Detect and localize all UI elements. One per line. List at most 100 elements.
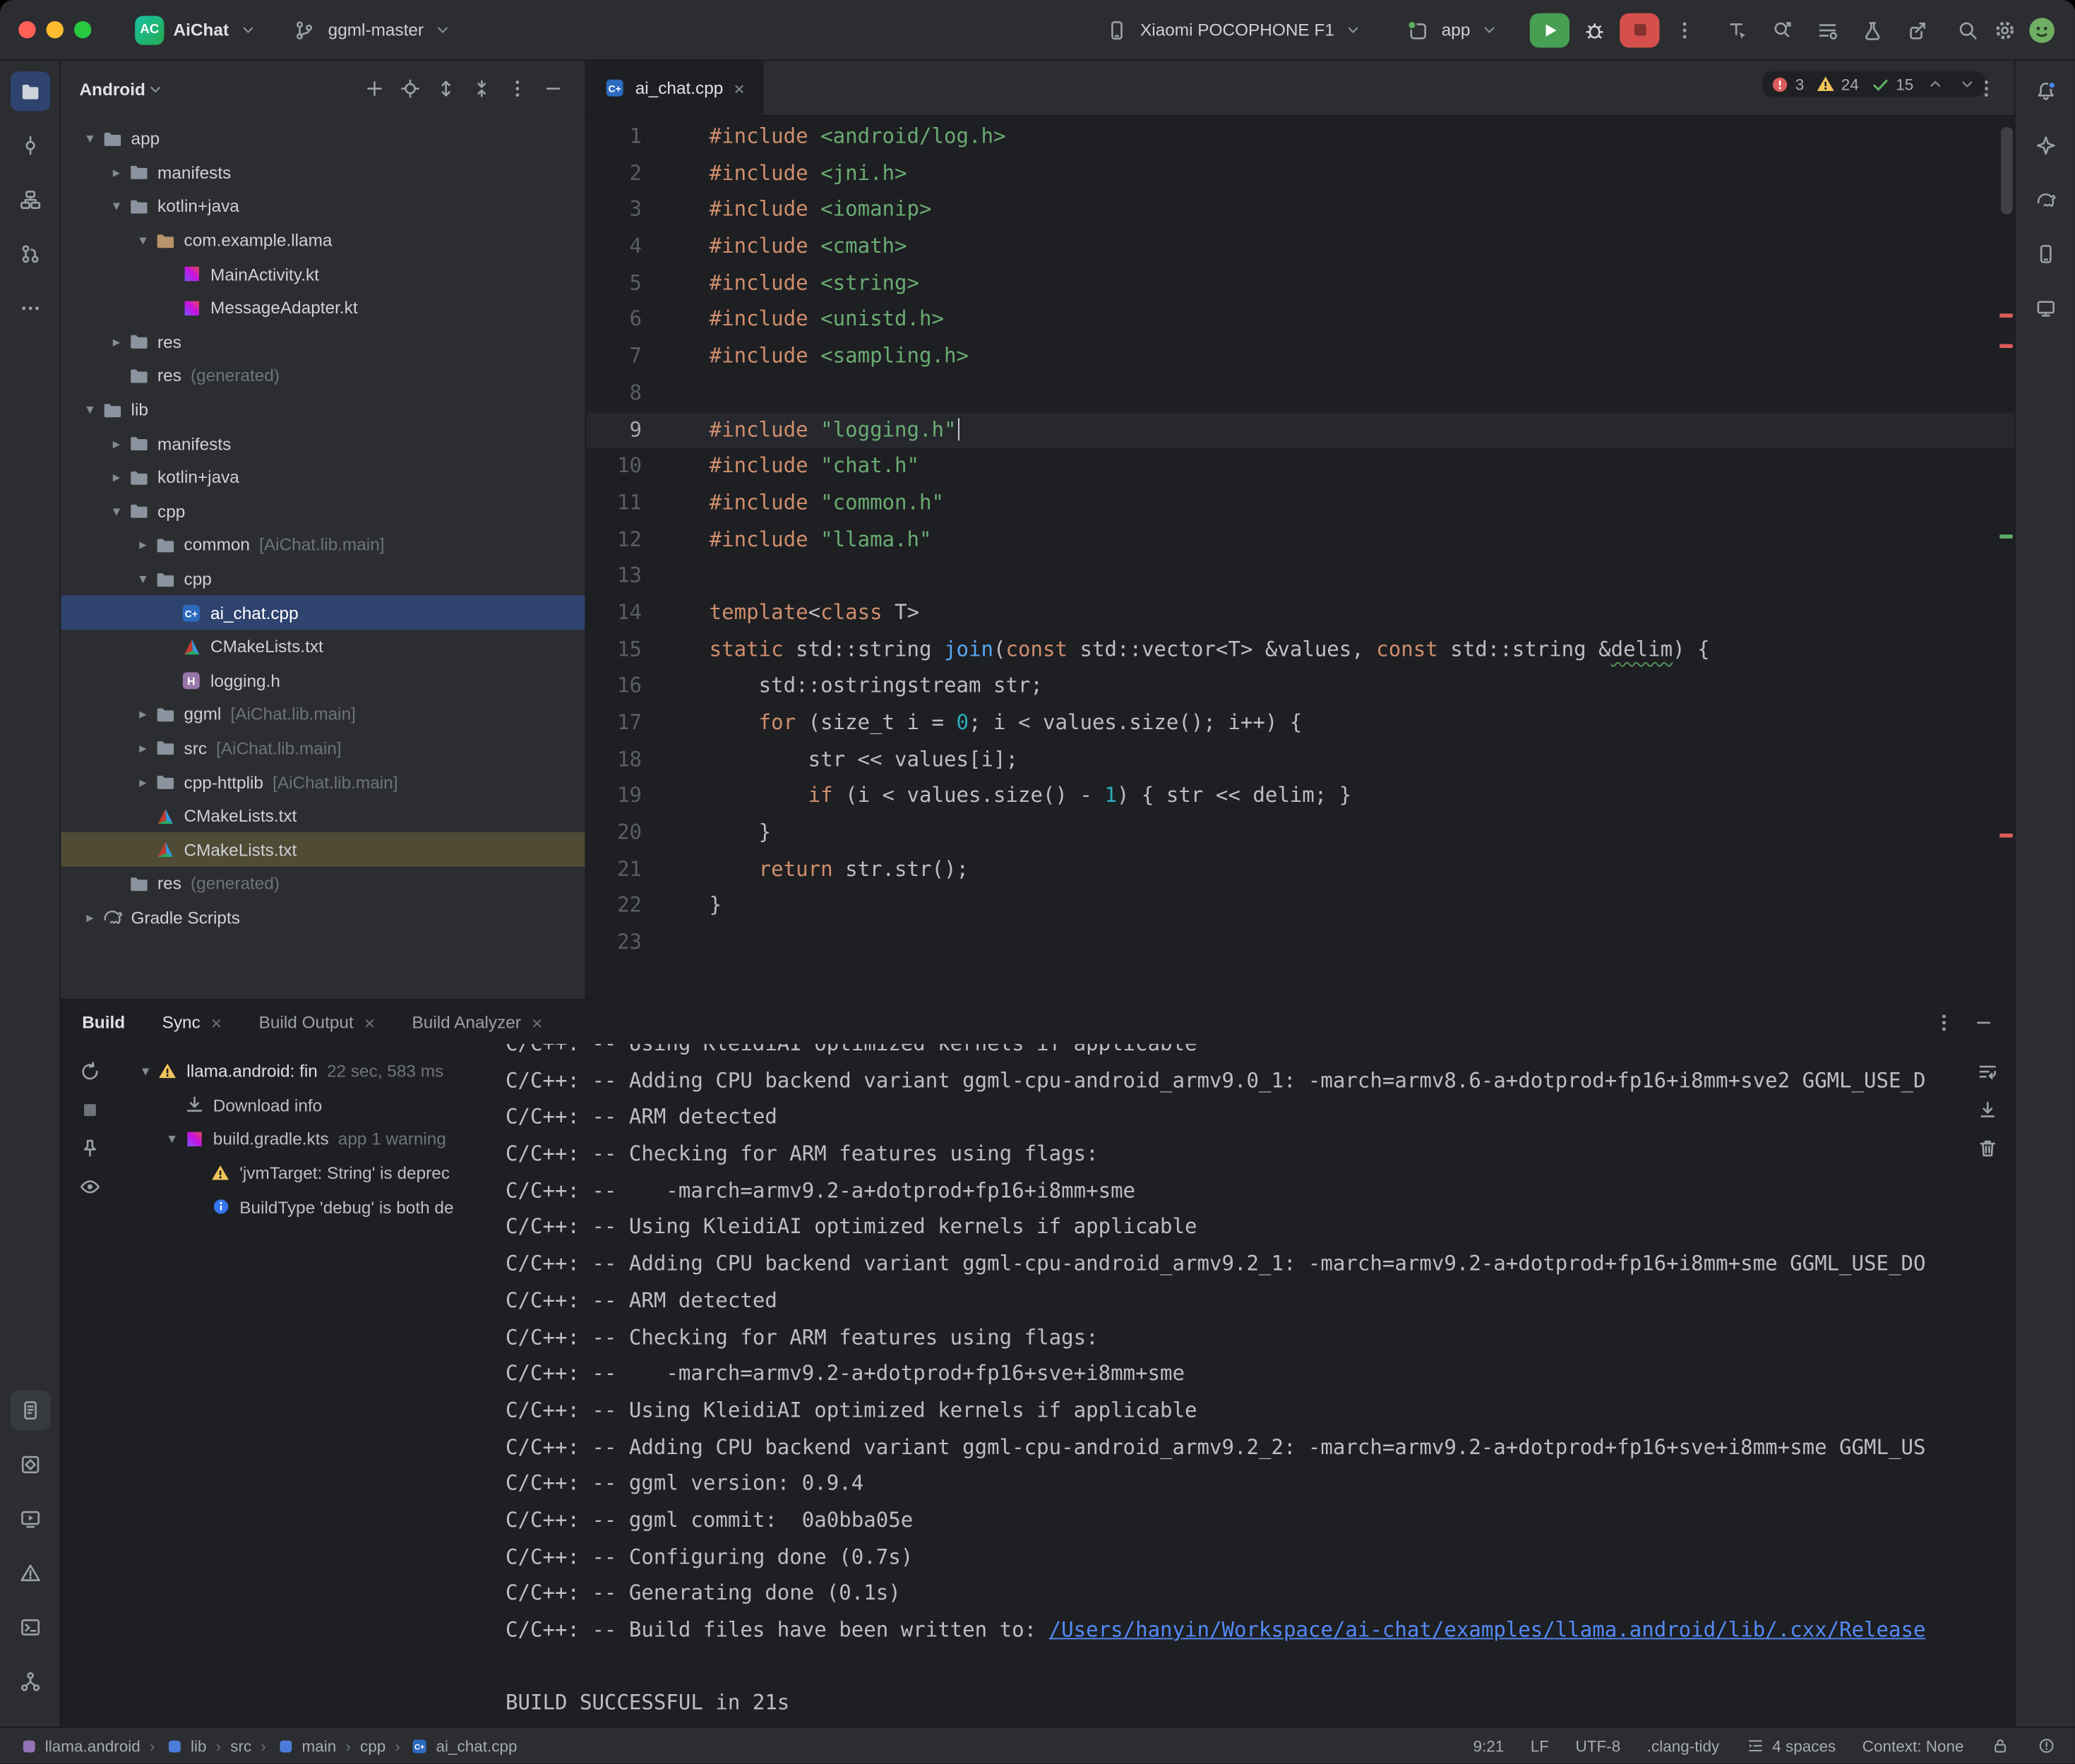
code-line[interactable]: #include "llama.h" (660, 522, 2014, 559)
text-tool-icon[interactable] (1723, 16, 1752, 44)
chevron-right-icon[interactable]: ▸ (132, 774, 153, 791)
tree-item-src[interactable]: ▸src[AiChat.lib.main] (61, 731, 585, 765)
error-count[interactable]: 3 (1770, 74, 1804, 94)
project-tool-button[interactable] (10, 71, 49, 111)
version-control-tool-button[interactable] (10, 1662, 49, 1701)
select-opened-file-icon[interactable] (395, 73, 426, 104)
tab-ai-chat-cpp[interactable]: C+ ai_chat.cpp × (586, 61, 763, 115)
debug-button[interactable] (1577, 13, 1612, 47)
chevron-right-icon[interactable]: ▸ (79, 909, 100, 926)
code-line[interactable]: #include "logging.h" (660, 412, 2014, 449)
code-line[interactable]: #include <jni.h> (660, 156, 2014, 193)
code-line[interactable]: for (size_t i = 0; i < values.size(); i+… (660, 705, 2014, 742)
tab-build-analyzer[interactable]: Build Analyzer × (412, 1012, 543, 1033)
code-line[interactable] (660, 558, 2014, 595)
tree-item-kotlin-java[interactable]: ▸kotlin+java (61, 460, 585, 494)
code-line[interactable]: static std::string join(const std::vecto… (660, 632, 2014, 668)
chevron-down-icon[interactable]: ▾ (135, 1063, 156, 1080)
emulator-tool-button[interactable] (2026, 289, 2065, 328)
notifications-tool-button[interactable] (2026, 71, 2065, 111)
code-line[interactable]: #include <string> (660, 265, 2014, 302)
run-more-options-button[interactable] (1668, 13, 1702, 47)
console-link[interactable]: /Users/hanyin/Workspace/ai-chat/examples… (1049, 1618, 1926, 1642)
tree-item-com-example-llama[interactable]: ▾com.example.llama (61, 223, 585, 257)
search-everywhere-icon[interactable] (1954, 16, 1983, 44)
close-icon[interactable]: × (364, 1012, 375, 1033)
vcs-branch-widget[interactable]: ggml-master (280, 10, 462, 49)
run-configuration-selector[interactable]: app (1394, 10, 1509, 49)
indent-widget[interactable]: 4 spaces (1746, 1736, 1836, 1756)
problems-tool-button[interactable] (10, 1553, 49, 1592)
tree-item-messageadapter-kt[interactable]: MessageAdapter.kt (61, 291, 585, 325)
error-stripe-mark[interactable] (1999, 344, 2013, 348)
tree-item-download-info[interactable]: Download info (119, 1088, 506, 1122)
code-line[interactable]: if (i < values.size() - 1) { str << deli… (660, 779, 2014, 815)
tree-item-llama-android-fin[interactable]: ▾llama.android: fin22 sec, 583 ms (119, 1055, 506, 1088)
change-stripe-mark[interactable] (1999, 534, 2013, 539)
assistant-tool-button[interactable] (2026, 126, 2065, 165)
tree-item-ai-chat-cpp[interactable]: C+ai_chat.cpp (61, 596, 585, 630)
code-line[interactable]: } (660, 889, 2014, 925)
chevron-right-icon[interactable]: ▸ (106, 164, 127, 181)
tab-build-output[interactable]: Build Output × (259, 1012, 375, 1033)
code-line[interactable]: #include <sampling.h> (660, 339, 2014, 376)
experiments-icon[interactable] (1858, 16, 1887, 44)
code-line[interactable] (660, 925, 2014, 961)
tree-item-cpp[interactable]: ▾cpp (61, 494, 585, 528)
chevron-right-icon[interactable]: ▸ (106, 435, 127, 452)
re-sync-icon[interactable] (76, 1057, 104, 1086)
breadcrumb-item-llama-android[interactable]: llama.android (18, 1736, 140, 1756)
device-selector[interactable]: Xiaomi POCOPHONE F1 (1093, 10, 1373, 49)
build-tool-window-title[interactable]: Build (82, 1012, 125, 1032)
tree-item-build-gradle-kts[interactable]: ▾build.gradle.ktsapp 1 warning (119, 1122, 506, 1156)
tree-item-manifests[interactable]: ▸manifests (61, 155, 585, 189)
code-line[interactable]: #include "common.h" (660, 486, 2014, 522)
scroll-to-end-icon[interactable] (1973, 1096, 2002, 1124)
clang-tidy-status[interactable]: .clang-tidy (1647, 1736, 1720, 1755)
breadcrumb[interactable]: llama.android›lib›src›main›cpp›C+ai_chat… (18, 1736, 517, 1756)
editor-scrollbar[interactable] (2001, 127, 2013, 215)
close-icon[interactable]: × (211, 1012, 222, 1033)
tree-item-lib[interactable]: ▾lib (61, 392, 585, 426)
chevron-right-icon[interactable]: ▸ (106, 469, 127, 486)
code-line[interactable]: return str.str(); (660, 852, 2014, 889)
chevron-down-icon[interactable]: ▾ (106, 198, 127, 215)
tree-item-kotlin-java[interactable]: ▾kotlin+java (61, 189, 585, 223)
inspections-widget[interactable]: 3 24 15 (1762, 71, 1985, 97)
stop-build-icon[interactable] (76, 1096, 104, 1124)
run-button[interactable] (1530, 13, 1569, 47)
chevron-down-icon[interactable]: ▾ (79, 130, 100, 147)
context-widget[interactable]: Context: None (1862, 1736, 1964, 1755)
add-icon[interactable] (359, 73, 390, 104)
stop-button[interactable] (1620, 13, 1659, 47)
breadcrumb-item-main[interactable]: main (275, 1736, 336, 1756)
commit-tool-button[interactable] (10, 126, 49, 165)
tree-item-cmakelists-txt[interactable]: CMakeLists.txt (61, 630, 585, 664)
line-separator[interactable]: LF (1531, 1736, 1549, 1755)
chevron-right-icon[interactable]: ▸ (132, 706, 153, 723)
previous-problem-icon[interactable] (1925, 74, 1945, 94)
gradle-tool-button[interactable] (2026, 180, 2065, 220)
tree-item-cmakelists-txt[interactable]: CMakeLists.txt (61, 799, 585, 833)
chevron-down-icon[interactable]: ▾ (106, 503, 127, 520)
chevron-down-icon[interactable]: ▾ (132, 570, 153, 587)
build-console[interactable]: C/C++: -- Using KleidiAI optimized kerne… (506, 1044, 1961, 1727)
code-line[interactable] (660, 376, 2014, 412)
project-view-title[interactable]: Android (79, 79, 145, 99)
structure-lines-icon[interactable] (1813, 16, 1842, 44)
breadcrumb-item-lib[interactable]: lib (165, 1736, 207, 1756)
project-widget[interactable]: AC AiChat (126, 10, 267, 49)
caret-position[interactable]: 9:21 (1473, 1736, 1504, 1755)
tree-item-app[interactable]: ▾app (61, 121, 585, 155)
tree-item-buildtype-debug-is-both-de[interactable]: BuildType 'debug' is both de (119, 1190, 506, 1224)
indicator-icon[interactable] (2037, 1736, 2057, 1756)
panel-options-icon[interactable] (1930, 1007, 1959, 1036)
settings-gear-icon[interactable] (1990, 16, 2019, 44)
hide-panel-icon[interactable] (1969, 1007, 1998, 1036)
tree-item-manifests[interactable]: ▸manifests (61, 426, 585, 460)
search-usages-icon[interactable] (1768, 16, 1797, 44)
tree-item-res[interactable]: res(generated) (61, 867, 585, 901)
code-line[interactable]: } (660, 815, 2014, 852)
next-problem-icon[interactable] (1957, 74, 1977, 94)
error-stripe-mark[interactable] (1999, 834, 2013, 838)
